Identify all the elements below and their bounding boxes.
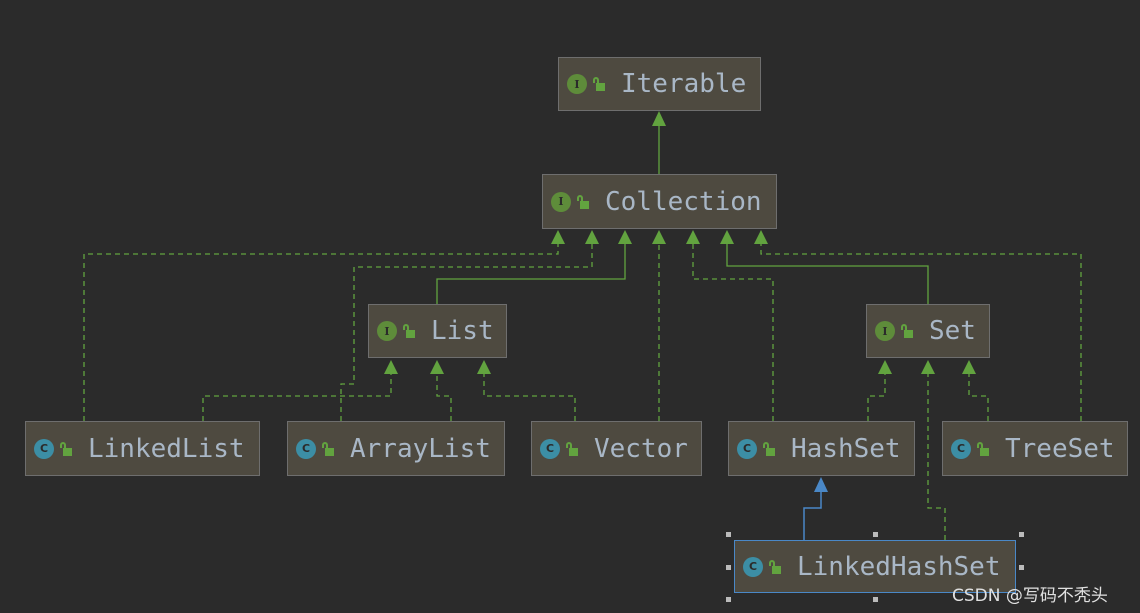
node-label: Set (929, 316, 976, 346)
arrowhead (686, 230, 700, 244)
watermark: CSDN @写码不秃头 (952, 586, 1108, 606)
edge-linkedlist-list (202, 370, 392, 421)
node-treeset[interactable]: C TreeSet (942, 421, 1128, 476)
public-lock-icon (322, 441, 334, 456)
node-vector[interactable]: C Vector (531, 421, 702, 476)
node-set[interactable]: I Set (866, 304, 990, 358)
node-arraylist[interactable]: C ArrayList (287, 421, 505, 476)
arrowhead (652, 111, 666, 126)
node-label: Collection (605, 186, 762, 217)
class-icon: C (540, 438, 560, 459)
node-list[interactable]: I List (368, 304, 507, 358)
node-label: HashSet (791, 433, 901, 464)
public-lock-icon (593, 77, 605, 91)
node-linkedlist[interactable]: C LinkedList (25, 421, 260, 476)
node-label: LinkedHashSet (797, 551, 1001, 582)
arrowhead-selected (814, 477, 828, 492)
node-hashset[interactable]: C HashSet (728, 421, 915, 476)
interface-icon: I (875, 321, 895, 341)
node-collection[interactable]: I Collection (542, 174, 777, 229)
node-label: TreeSet (1005, 433, 1115, 464)
class-icon: C (34, 438, 54, 459)
node-label: LinkedList (88, 433, 245, 464)
arrowhead (551, 230, 565, 244)
node-label: ArrayList (350, 433, 491, 464)
arrowhead (618, 230, 632, 244)
arrowhead (585, 230, 599, 244)
arrowhead (384, 360, 398, 374)
arrowhead (720, 230, 734, 244)
class-icon: C (296, 438, 316, 459)
interface-icon: I (377, 321, 397, 341)
edge-vector-list (483, 370, 576, 421)
node-label: List (431, 316, 494, 346)
class-icon: C (743, 556, 763, 577)
node-label: Iterable (621, 69, 747, 99)
resize-handle[interactable] (1019, 532, 1024, 537)
public-lock-icon (403, 324, 415, 338)
resize-handle[interactable] (726, 565, 731, 570)
public-lock-icon (60, 441, 72, 456)
class-icon: C (737, 438, 757, 459)
arrowhead (477, 360, 491, 374)
resize-handle[interactable] (1019, 565, 1024, 570)
arrowhead (754, 230, 768, 244)
resize-handle[interactable] (873, 532, 878, 537)
resize-handle[interactable] (873, 597, 878, 602)
resize-handle[interactable] (726, 532, 731, 537)
edge-treeset-set (968, 370, 989, 421)
arrowhead (921, 360, 935, 374)
public-lock-icon (769, 559, 781, 574)
public-lock-icon (566, 441, 578, 456)
arrowhead (652, 230, 666, 244)
public-lock-icon (763, 441, 775, 456)
interface-icon: I (567, 74, 587, 94)
interface-icon: I (551, 191, 571, 212)
arrowhead (430, 360, 444, 374)
edge-hashset-set (867, 370, 886, 421)
public-lock-icon (901, 324, 913, 338)
edge-set-collection (726, 240, 929, 304)
edge-list-collection (436, 240, 626, 304)
public-lock-icon (577, 194, 589, 209)
node-label: Vector (594, 433, 688, 464)
public-lock-icon (977, 441, 989, 456)
arrowhead (878, 360, 892, 374)
class-icon: C (951, 438, 971, 459)
edge-linkedhashset-hashset (803, 490, 822, 540)
edge-arraylist-list (436, 370, 452, 421)
edge-hashset-collection (692, 240, 774, 421)
node-iterable[interactable]: I Iterable (558, 57, 761, 111)
resize-handle[interactable] (726, 597, 731, 602)
arrowhead (962, 360, 976, 374)
